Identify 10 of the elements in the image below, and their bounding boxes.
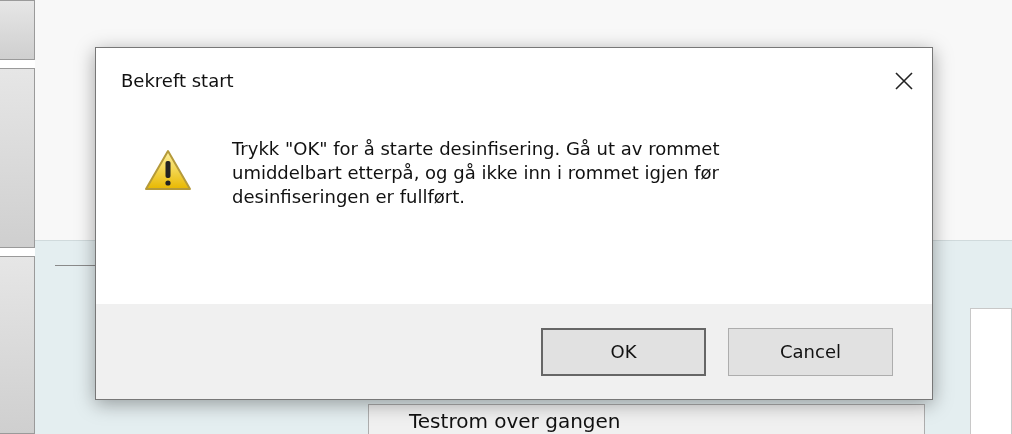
side-button[interactable] (0, 256, 35, 434)
side-button[interactable] (0, 68, 35, 248)
ok-button[interactable]: OK (541, 327, 706, 376)
side-button[interactable] (0, 0, 35, 60)
room-button[interactable]: Testrom over gangen (368, 404, 925, 434)
dialog-title: Bekreft start (121, 70, 234, 91)
warning-icon (144, 149, 192, 191)
cancel-button[interactable]: Cancel (728, 327, 893, 376)
close-icon[interactable] (894, 70, 914, 91)
dialog-message: Trykk "OK" for å starte desinfisering. Gå ut av rommet umiddelbart etterpå, og gå ikke inn i rommet igjen før desinfiseringen er fullført. (232, 137, 721, 209)
